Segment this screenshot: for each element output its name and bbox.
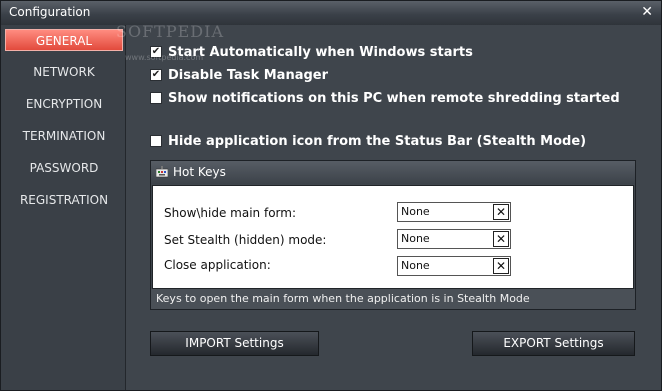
keyboard-icon [156,166,168,178]
hotkeys-list: Show\hide main form: None ✕ Set Stealth … [152,185,634,289]
checkbox-disable-task-manager[interactable]: ✔ [150,69,162,81]
sidebar-item-encryption[interactable]: ENCRYPTION [5,93,123,115]
option-label: Show notifications on this PC when remot… [168,90,620,106]
title-bar: Configuration ✕ [1,1,661,25]
sidebar-item-termination[interactable]: TERMINATION [5,125,123,147]
hotkey-field-close[interactable]: None ✕ [397,256,511,276]
hotkey-value: None [401,205,430,218]
option-label: Hide application icon from the Status Ba… [168,133,587,149]
sidebar-item-registration[interactable]: REGISTRATION [5,189,123,211]
hotkey-label-stealth: Set Stealth (hidden) mode: [164,233,327,247]
export-settings-button[interactable]: EXPORT Settings [472,331,635,356]
hotkeys-title: Hot Keys [173,165,226,179]
sidebar-item-network[interactable]: NETWORK [5,61,123,83]
hotkeys-group: Hot Keys Show\hide main form: None ✕ Set… [150,160,636,310]
hotkey-value: None [401,232,430,245]
sidebar-item-password[interactable]: PASSWORD [5,157,123,179]
option-disable-task-manager[interactable]: ✔ Disable Task Manager [150,66,328,84]
option-label: Disable Task Manager [168,67,329,83]
sidebar-item-general[interactable]: GENERAL [5,29,123,51]
checkbox-show-notifications[interactable] [150,92,162,104]
import-settings-button[interactable]: IMPORT Settings [150,331,319,356]
watermark-url: www.softpedia.com [125,53,204,62]
general-panel: ✔ Start Automatically when Windows start… [125,25,661,390]
hotkeys-header: Hot Keys [151,161,635,184]
clear-icon[interactable]: ✕ [493,204,509,220]
clear-icon[interactable]: ✕ [493,258,509,274]
clear-icon[interactable]: ✕ [493,231,509,247]
hotkeys-footer: Keys to open the main form when the appl… [151,289,635,309]
hotkey-label-show-hide: Show\hide main form: [164,206,296,220]
configuration-window: Configuration ✕ GENERAL NETWORK ENCRYPTI… [0,0,662,391]
window-title: Configuration [9,5,91,19]
sidebar: GENERAL NETWORK ENCRYPTION TERMINATION P… [1,25,125,390]
watermark-logo: SOFTPEDIA [116,22,224,41]
checkbox-hide-icon[interactable] [150,135,162,147]
hotkey-field-stealth[interactable]: None ✕ [397,229,511,249]
option-label: Start Automatically when Windows starts [168,44,473,60]
option-show-notifications[interactable]: Show notifications on this PC when remot… [150,89,620,107]
close-icon[interactable]: ✕ [641,4,653,20]
option-hide-icon[interactable]: Hide application icon from the Status Ba… [150,132,586,150]
hotkey-field-show-hide[interactable]: None ✕ [397,202,511,222]
hotkey-label-close: Close application: [164,258,271,272]
hotkey-value: None [401,259,430,272]
